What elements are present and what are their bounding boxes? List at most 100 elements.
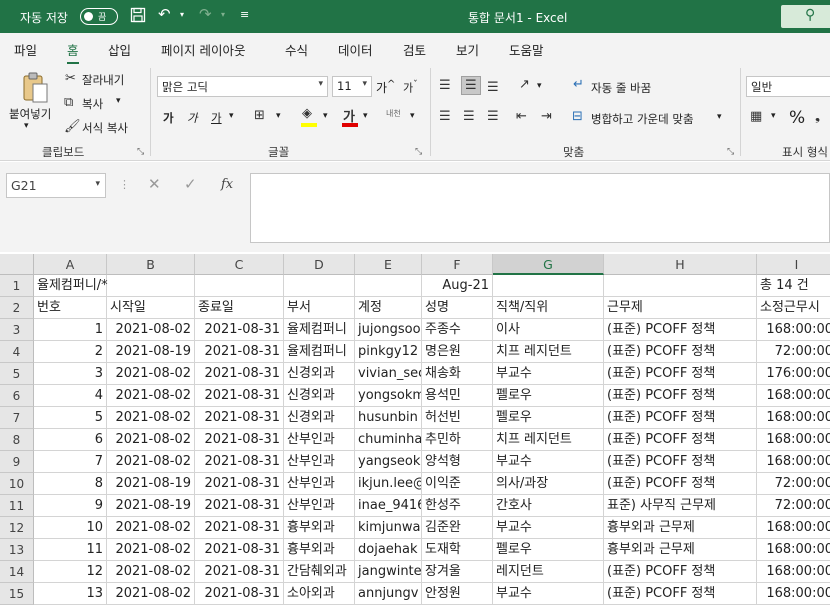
cell-g1[interactable] [493,275,604,297]
paste-button[interactable]: 붙여넣기 [9,106,51,122]
cell-h9[interactable]: (표준) PCOFF 정책 [604,451,757,473]
clipboard-launcher-icon[interactable]: ⤡ [137,147,144,157]
cell-e15[interactable]: annjungv [355,583,422,605]
cell-a14[interactable]: 12 [34,561,107,583]
undo-icon[interactable]: ↶ [158,5,171,23]
cell-a11[interactable]: 9 [34,495,107,517]
row-header[interactable]: 5 [0,363,34,385]
cell-i15[interactable]: 168:00:00 [757,583,830,605]
percent-button[interactable]: % [789,108,805,128]
cell-i10[interactable]: 72:00:00 [757,473,830,495]
cell-d5[interactable]: 신경외과 [284,363,355,385]
column-header-i[interactable]: I [757,254,830,275]
format-painter-button[interactable]: 서식 복사 [82,120,128,136]
save-icon[interactable] [130,7,146,27]
cell-d15[interactable]: 소아외과 [284,583,355,605]
tab-home[interactable]: 홈 [67,40,79,65]
cell-e14[interactable]: jangwinte [355,561,422,583]
cell-i5[interactable]: 176:00:00 [757,363,830,385]
italic-button[interactable]: 가 [187,110,198,126]
cell-e10[interactable]: ikjun.lee@ [355,473,422,495]
cell-h2[interactable]: 근무제 [604,297,757,319]
column-header-f[interactable]: F [422,254,493,275]
align-top-icon[interactable]: ☰ [439,78,451,93]
cell-g11[interactable]: 간호사 [493,495,604,517]
cut-button[interactable]: 잘라내기 [82,72,124,88]
wrap-text-button[interactable]: 자동 줄 바꿈 [591,80,651,96]
wrap-text-icon[interactable]: ↵ [573,77,584,92]
alignment-launcher-icon[interactable]: ⤡ [727,147,734,157]
merge-dropdown-icon[interactable]: ▾ [717,112,722,122]
cell-i1[interactable]: 총 14 건 [757,275,830,297]
cell-d9[interactable]: 산부인과 [284,451,355,473]
phonetic-dropdown-icon[interactable]: ▾ [410,111,415,121]
cell-f1[interactable]: Aug-21 [422,275,493,297]
cell-c15[interactable]: 2021-08-31 [195,583,284,605]
phonetic-button[interactable]: 내천 [386,108,401,119]
underline-dropdown-icon[interactable]: ▾ [229,111,234,121]
cell-d2[interactable]: 부서 [284,297,355,319]
row-header[interactable]: 10 [0,473,34,495]
cell-a6[interactable]: 4 [34,385,107,407]
cell-g4[interactable]: 치프 레지던트 [493,341,604,363]
cell-b8[interactable]: 2021-08-02 [107,429,195,451]
cell-h5[interactable]: (표준) PCOFF 정책 [604,363,757,385]
cell-d3[interactable]: 율제컴퍼니 [284,319,355,341]
cell-h11[interactable]: 표준) 사무직 근무제 [604,495,757,517]
cell-b9[interactable]: 2021-08-02 [107,451,195,473]
paste-dropdown-icon[interactable]: ▾ [24,121,29,131]
row-header[interactable]: 8 [0,429,34,451]
cell-d8[interactable]: 산부인과 [284,429,355,451]
cell-b4[interactable]: 2021-08-19 [107,341,195,363]
cell-b7[interactable]: 2021-08-02 [107,407,195,429]
cell-h3[interactable]: (표준) PCOFF 정책 [604,319,757,341]
copy-icon[interactable]: ⧉ [64,95,73,110]
cell-g15[interactable]: 부교수 [493,583,604,605]
row-header[interactable]: 14 [0,561,34,583]
cell-e12[interactable]: kimjunwa [355,517,422,539]
cell-e13[interactable]: dojaehak [355,539,422,561]
cell-i11[interactable]: 72:00:00 [757,495,830,517]
cell-f9[interactable]: 양석형 [422,451,493,473]
font-launcher-icon[interactable]: ⤡ [415,147,422,157]
orientation-icon[interactable]: ↗ [519,77,530,92]
cell-e7[interactable]: husunbin [355,407,422,429]
search-box[interactable]: ⚲ [781,5,830,28]
cell-g3[interactable]: 이사 [493,319,604,341]
cell-c4[interactable]: 2021-08-31 [195,341,284,363]
cell-c1[interactable] [195,275,284,297]
cell-a5[interactable]: 3 [34,363,107,385]
comma-style-icon[interactable]: ❟ [815,109,820,124]
row-header[interactable]: 7 [0,407,34,429]
cell-c14[interactable]: 2021-08-31 [195,561,284,583]
cell-g6[interactable]: 펠로우 [493,385,604,407]
row-header[interactable]: 12 [0,517,34,539]
column-header-a[interactable]: A [34,254,107,275]
cell-d10[interactable]: 산부인과 [284,473,355,495]
cell-e2[interactable]: 계정 [355,297,422,319]
cell-i7[interactable]: 168:00:00 [757,407,830,429]
cell-f13[interactable]: 도재학 [422,539,493,561]
tab-review[interactable]: 검토 [403,40,426,59]
row-header[interactable]: 4 [0,341,34,363]
cell-g14[interactable]: 레지던트 [493,561,604,583]
font-color-icon[interactable]: 가 [342,106,358,127]
cell-c10[interactable]: 2021-08-31 [195,473,284,495]
cell-i8[interactable]: 168:00:00 [757,429,830,451]
tab-view[interactable]: 보기 [456,40,479,59]
cell-h12[interactable]: 흉부외과 근무제 [604,517,757,539]
column-header-g[interactable]: G [493,254,604,275]
copy-dropdown-icon[interactable]: ▾ [116,96,121,106]
cell-e1[interactable] [355,275,422,297]
cell-d12[interactable]: 흉부외과 [284,517,355,539]
cell-i12[interactable]: 168:00:00 [757,517,830,539]
cell-g9[interactable]: 부교수 [493,451,604,473]
decrease-indent-icon[interactable]: ⇤ [516,109,527,124]
cell-a7[interactable]: 5 [34,407,107,429]
column-header-b[interactable]: B [107,254,195,275]
border-icon[interactable]: ⊞ [254,108,265,123]
cell-f7[interactable]: 허선빈 [422,407,493,429]
column-header-d[interactable]: D [284,254,355,275]
cell-b2[interactable]: 시작일 [107,297,195,319]
tab-page-layout[interactable]: 페이지 레이아웃 [161,40,245,59]
